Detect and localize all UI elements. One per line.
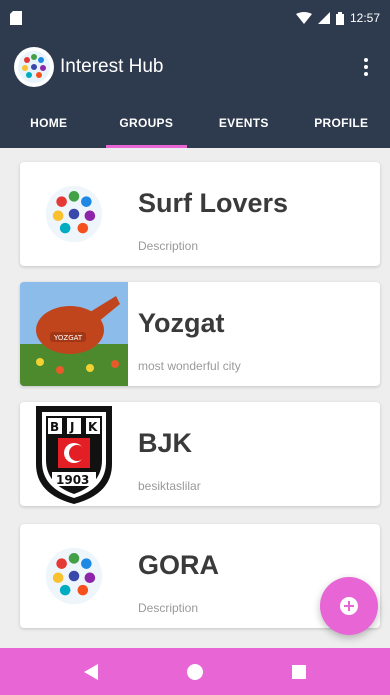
group-title: BJK <box>138 428 193 458</box>
group-image <box>20 524 128 628</box>
group-description: besiktaslilar <box>138 479 201 493</box>
svg-text:K: K <box>88 420 98 434</box>
overflow-menu-icon[interactable] <box>356 58 376 76</box>
group-description: Description <box>138 239 199 253</box>
system-nav-bar <box>0 648 390 695</box>
colorful-people-logo-icon <box>45 185 103 243</box>
group-card[interactable]: YOZGAT Yozgat most wonderful city <box>20 282 380 386</box>
group-title: Yozgat <box>138 308 225 338</box>
status-bar: 12:57 <box>0 0 390 36</box>
yozgat-jug-photo: YOZGAT <box>20 282 128 386</box>
app-bar: Interest Hub <box>0 36 390 98</box>
app-logo <box>14 47 54 87</box>
recents-icon[interactable] <box>291 664 306 679</box>
group-title: Surf Lovers <box>138 188 289 218</box>
add-circle-icon <box>340 597 358 615</box>
group-image <box>20 162 128 266</box>
colorful-people-logo-icon <box>45 547 103 605</box>
crest-year: 1903 <box>56 473 89 487</box>
status-time: 12:57 <box>349 11 380 25</box>
battery-icon <box>335 11 344 25</box>
svg-text:J: J <box>69 420 74 434</box>
group-card[interactable]: B J K 1903 BJK besiktaslilar <box>20 402 380 506</box>
colorful-people-logo-icon <box>18 51 50 83</box>
signal-icon <box>317 12 330 24</box>
group-title: GORA <box>138 550 219 580</box>
tab-bar: HOME GROUPS EVENTS PROFILE <box>0 98 390 148</box>
tab-home[interactable]: HOME <box>0 98 98 148</box>
sd-card-icon <box>10 11 22 25</box>
photo-label: YOZGAT <box>53 334 83 342</box>
bjk-crest-icon: B J K 1903 <box>36 406 112 504</box>
back-icon[interactable] <box>84 663 99 680</box>
group-image: B J K 1903 <box>20 402 128 506</box>
home-icon[interactable] <box>186 663 203 680</box>
tab-groups[interactable]: GROUPS <box>98 98 196 148</box>
app-title: Interest Hub <box>60 56 164 77</box>
group-card[interactable]: Surf Lovers Description <box>20 162 380 266</box>
group-list: Surf Lovers Description YOZGAT Yozgat mo… <box>0 148 390 648</box>
wifi-icon <box>295 12 312 24</box>
svg-text:B: B <box>50 420 59 434</box>
tab-events[interactable]: EVENTS <box>195 98 293 148</box>
group-description: most wonderful city <box>138 359 241 373</box>
add-group-button[interactable] <box>320 577 378 635</box>
group-description: Description <box>138 601 199 615</box>
tab-profile[interactable]: PROFILE <box>293 98 390 148</box>
group-image: YOZGAT <box>20 282 128 386</box>
